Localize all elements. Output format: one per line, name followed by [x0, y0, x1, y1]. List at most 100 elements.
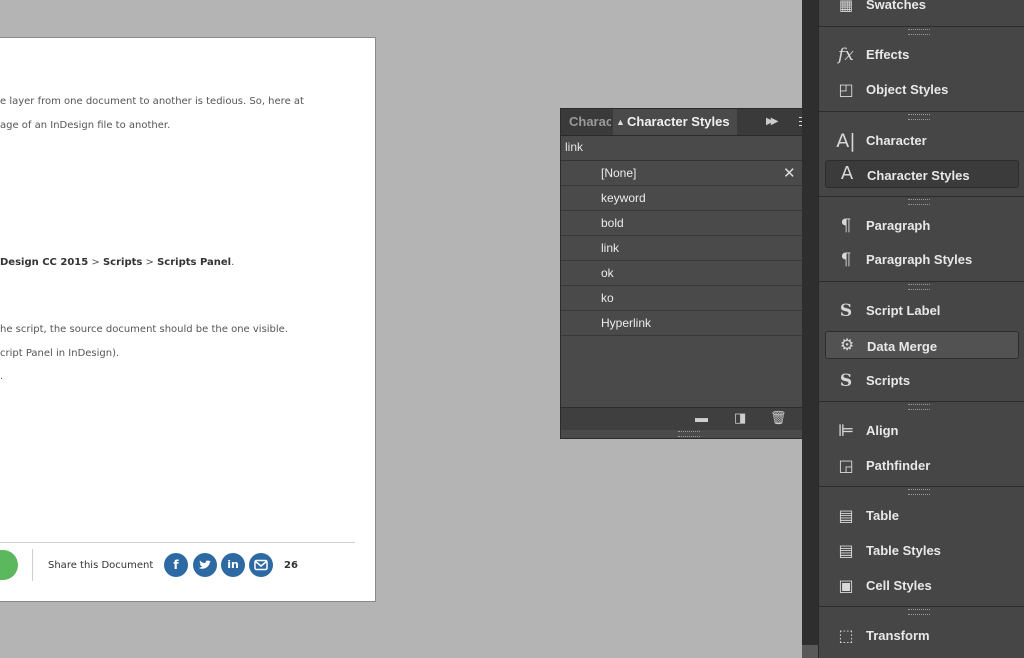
dock-item-label: Cell Styles [866, 578, 932, 593]
data-merge-icon: ⚙ [836, 334, 858, 356]
document-page: e layer from one document to another is … [0, 37, 376, 602]
panel-dock: ▦ Swatches fx Effects ◰ Object Styles A|… [818, 0, 1024, 658]
doc-menu-path: Design CC 2015 > Scripts > Scripts Panel… [0, 257, 234, 268]
dock-item-label: Effects [866, 47, 909, 62]
dock-item-effects[interactable]: fx Effects [825, 41, 1019, 69]
dock-item-pathfinder[interactable]: ◲ Pathfinder [825, 452, 1019, 480]
panel-drag-grip[interactable] [678, 431, 700, 437]
dock-item-scripts[interactable]: S Scripts [825, 367, 1019, 395]
tab-character-styles[interactable]: ▲ Character Styles [613, 109, 737, 135]
character-icon: A| [835, 130, 857, 152]
pathfinder-icon: ◲ [835, 455, 857, 477]
dock-item-transform[interactable]: ⬚ Transform [825, 622, 1019, 650]
new-group-folder-icon[interactable]: ▬ [695, 410, 708, 425]
dock-item-table[interactable]: ▤ Table [825, 502, 1019, 530]
effects-icon: fx [835, 44, 857, 66]
dock-item-label: Character [866, 133, 927, 148]
path-end: . [231, 257, 234, 268]
style-item-label: [None] [601, 166, 636, 180]
dock-item-label: Table Styles [866, 543, 941, 558]
doc-text-line: . [0, 371, 3, 382]
dock-item-label: Script Label [866, 303, 940, 318]
table-icon: ▤ [835, 505, 857, 527]
trash-icon[interactable]: 🗑 [770, 410, 787, 426]
object-styles-icon: ◰ [835, 79, 857, 101]
style-item-ok[interactable]: ok [561, 261, 802, 286]
share-label: Share this Document [48, 560, 153, 571]
scripts-icon: S [835, 370, 857, 392]
transform-icon: ⬚ [835, 625, 857, 647]
path-separator: > [142, 257, 157, 268]
style-item-label: ko [601, 291, 614, 305]
align-icon: ⊫ [835, 420, 857, 442]
dock-item-paragraph[interactable]: ¶ Paragraph [825, 212, 1019, 240]
style-list: [None] ✕ keyword bold link ok ko Hyperlin… [561, 161, 802, 336]
style-item-label: ok [601, 266, 614, 280]
dock-item-align[interactable]: ⊫ Align [825, 417, 1019, 445]
dock-item-paragraph-styles[interactable]: ¶ Paragraph Styles [825, 246, 1019, 274]
panel-tab-bar: Charac ▲ Character Styles ▶▶ [561, 109, 817, 136]
style-item-none[interactable]: [None] ✕ [561, 161, 802, 186]
script-label-icon: S [835, 300, 857, 322]
swatches-icon: ▦ [835, 0, 857, 16]
new-style-icon[interactable]: ◨ [734, 410, 746, 426]
style-item-link[interactable]: link [561, 236, 802, 261]
collapse-panel-icon[interactable]: ▶▶ [766, 109, 775, 135]
path-part: Scripts [103, 257, 142, 268]
linkedin-icon[interactable]: in [221, 553, 245, 577]
doc-text-line: e layer from one document to another is … [0, 96, 304, 107]
path-part: Design CC 2015 [0, 257, 88, 268]
dock-item-cell-styles[interactable]: ▣ Cell Styles [825, 572, 1019, 600]
doc-text-line: he script, the source document should be… [0, 324, 288, 335]
style-item-hyperlink[interactable]: Hyperlink [561, 311, 802, 336]
doc-text-line: age of an InDesign file to another. [0, 120, 170, 131]
dock-item-swatches[interactable]: ▦ Swatches [825, 0, 1019, 19]
path-part: Scripts Panel [157, 257, 231, 268]
table-styles-icon: ▤ [835, 540, 857, 562]
divider [32, 549, 33, 581]
style-item-keyword[interactable]: keyword [561, 186, 802, 211]
paragraph-styles-icon: ¶ [835, 249, 857, 271]
dock-item-object-styles[interactable]: ◰ Object Styles [825, 76, 1019, 104]
panel-footer: ▬ ◨ 🗑 ◢ [561, 407, 817, 430]
dock-item-table-styles[interactable]: ▤ Table Styles [825, 537, 1019, 565]
tab-character[interactable]: Charac [561, 109, 611, 135]
character-styles-panel: Charac ▲ Character Styles ▶▶ link ϟ [Non… [560, 108, 818, 439]
share-count: 26 [284, 560, 298, 571]
dock-item-character[interactable]: A| Character [825, 127, 1019, 155]
dock-item-character-styles[interactable]: A Character Styles [825, 160, 1019, 188]
clear-overrides-icon[interactable]: ✕ [783, 164, 796, 182]
style-item-label: bold [601, 216, 624, 230]
dock-item-label: Table [866, 508, 899, 523]
dock-item-label: Character Styles [867, 168, 970, 183]
divider [0, 542, 355, 543]
character-styles-icon: A [836, 163, 858, 185]
dock-edge-tab [802, 645, 818, 658]
style-item-label: Hyperlink [601, 316, 651, 330]
style-search-field[interactable]: link ϟ [561, 136, 817, 161]
tab-label: Character Styles [627, 114, 730, 129]
style-item-label: keyword [601, 191, 646, 205]
dock-item-label: Swatches [866, 0, 926, 12]
path-separator: > [88, 257, 103, 268]
search-value: link [565, 140, 583, 154]
style-item-bold[interactable]: bold [561, 211, 802, 236]
dock-item-script-label[interactable]: S Script Label [825, 297, 1019, 325]
dock-item-label: Scripts [866, 373, 910, 388]
dock-item-label: Paragraph Styles [866, 252, 972, 267]
dock-item-label: Pathfinder [866, 458, 930, 473]
style-item-ko[interactable]: ko [561, 286, 802, 311]
twitter-icon[interactable] [193, 553, 217, 577]
tab-arrows-icon: ▲ [616, 109, 625, 135]
doc-text-line: cript Panel in InDesign). [0, 348, 119, 359]
dock-item-label: Paragraph [866, 218, 930, 233]
download-button[interactable] [0, 550, 18, 580]
facebook-icon[interactable]: f [164, 553, 188, 577]
dock-item-label: Data Merge [867, 339, 937, 354]
dock-item-data-merge[interactable]: ⚙ Data Merge [825, 331, 1019, 359]
style-item-label: link [601, 241, 619, 255]
dock-item-label: Align [866, 423, 899, 438]
email-icon[interactable] [249, 553, 273, 577]
cell-styles-icon: ▣ [835, 575, 857, 597]
dock-edge-strip [802, 0, 818, 658]
